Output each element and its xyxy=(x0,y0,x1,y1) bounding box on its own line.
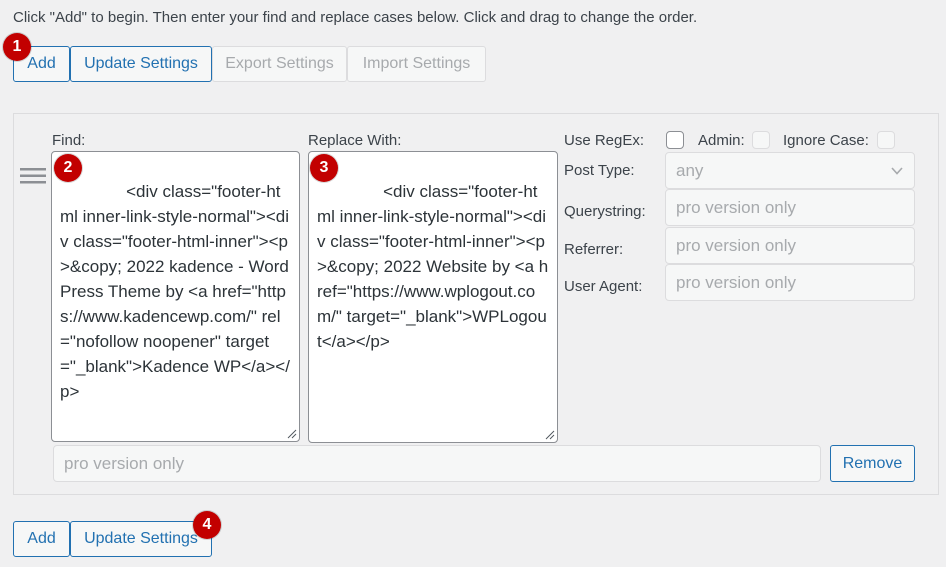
find-value: <div class="footer-html inner-link-style… xyxy=(60,182,290,401)
referrer-label: Referrer: xyxy=(564,241,624,258)
user-agent-label: User Agent: xyxy=(564,278,643,295)
post-type-value: any xyxy=(676,160,704,180)
post-type-select[interactable]: any xyxy=(665,152,915,189)
user-agent-input[interactable]: pro version only xyxy=(665,264,915,301)
chevron-down-icon xyxy=(891,167,903,175)
step-badge-1: 1 xyxy=(3,33,31,61)
ignore-case-label: Ignore Case: xyxy=(783,132,869,149)
step-badge-3: 3 xyxy=(310,154,338,182)
admin-label: Admin: xyxy=(698,132,745,149)
ignore-case-checkbox[interactable] xyxy=(877,131,895,149)
find-textarea[interactable]: <div class="footer-html inner-link-style… xyxy=(51,151,300,442)
bottom-pro-placeholder: pro version only xyxy=(64,453,185,473)
user-agent-placeholder: pro version only xyxy=(676,272,797,292)
step-badge-4: 4 xyxy=(193,511,221,539)
update-settings-button-top[interactable]: Update Settings xyxy=(70,46,212,82)
use-regex-checkbox[interactable] xyxy=(666,131,684,149)
querystring-placeholder: pro version only xyxy=(676,197,797,217)
use-regex-label: Use RegEx: xyxy=(564,132,645,149)
querystring-input[interactable]: pro version only xyxy=(665,189,915,226)
referrer-input[interactable]: pro version only xyxy=(665,227,915,264)
resize-grip-icon[interactable] xyxy=(287,429,297,439)
import-settings-button[interactable]: Import Settings xyxy=(347,46,486,82)
update-settings-button-bottom[interactable]: Update Settings xyxy=(70,521,212,557)
add-button-bottom[interactable]: Add xyxy=(13,521,70,557)
querystring-label: Querystring: xyxy=(564,203,646,220)
step-badge-2: 2 xyxy=(54,154,82,182)
drag-handle-icon[interactable] xyxy=(20,167,46,185)
remove-button[interactable]: Remove xyxy=(830,445,915,482)
export-settings-button[interactable]: Export Settings xyxy=(212,46,347,82)
admin-checkbox[interactable] xyxy=(752,131,770,149)
replace-textarea[interactable]: <div class="footer-html inner-link-style… xyxy=(308,151,558,443)
instructions-text: Click "Add" to begin. Then enter your fi… xyxy=(13,9,698,26)
bottom-pro-input[interactable]: pro version only xyxy=(53,445,821,482)
resize-grip-icon[interactable] xyxy=(545,430,555,440)
replace-value: <div class="footer-html inner-link-style… xyxy=(317,182,549,351)
find-label: Find: xyxy=(52,132,86,149)
replace-label: Replace With: xyxy=(308,132,402,149)
referrer-placeholder: pro version only xyxy=(676,235,797,255)
post-type-label: Post Type: xyxy=(564,162,635,179)
